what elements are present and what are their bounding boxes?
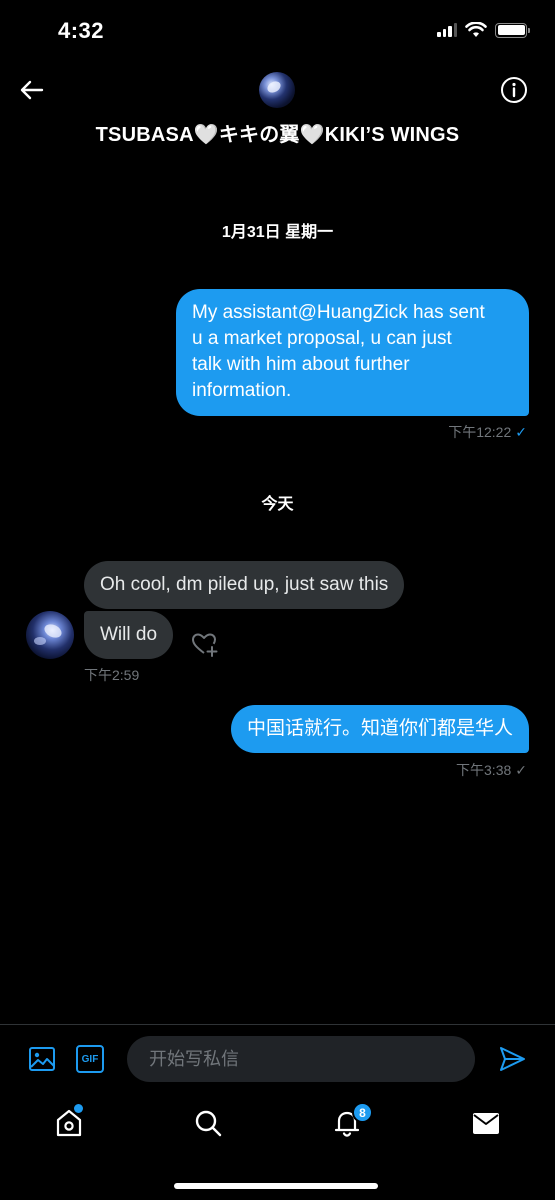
search-icon[interactable] [193,1108,223,1138]
home-indicator [174,1183,378,1189]
message-text: 中国话就行。知道你们都是华人 [246,718,513,739]
gif-label: GIF [81,1053,99,1065]
message-meta: 下午3:38 ✓ [456,760,527,780]
messages-envelope-icon[interactable] [471,1108,501,1138]
send-icon[interactable] [498,1045,526,1073]
conversation-title[interactable]: TSUBASA🤍キキの翼🤍KIKI’S WINGS [0,118,555,147]
sender-avatar[interactable] [26,611,74,659]
message-text: Oh cool, dm piled up, just saw this [100,574,389,595]
message-line: u a market proposal, u can just [192,328,452,349]
back-arrow-icon[interactable] [18,76,46,104]
message-meta: 下午12:22 ✓ [448,422,527,442]
info-icon[interactable] [500,76,528,104]
composer-divider [0,1024,555,1025]
message-text: Will do [100,624,158,645]
status-time: 4:32 [58,18,105,43]
sent-message-bubble[interactable]: My assistant@HuangZick has sent u a mark… [176,289,529,416]
message-timestamp: 下午3:38 [456,762,512,778]
image-icon[interactable] [28,1045,56,1073]
message-timestamp: 下午2:59 [84,667,140,683]
message-line: information. [192,380,292,401]
sent-check-icon: ✓ [515,424,527,440]
message-input[interactable] [127,1036,475,1082]
received-message-bubble[interactable]: Will do [84,611,174,659]
date-separator: 今天 [261,496,294,513]
battery-icon [495,22,530,38]
cellular-signal-icon [437,23,457,37]
status-icons [437,22,530,38]
date-separator: 1月31日 星期一 [221,224,334,241]
message-timestamp: 下午12:22 [448,424,512,440]
add-reaction-heart-icon[interactable] [190,630,218,658]
wifi-icon [465,22,487,37]
message-line: My assistant@HuangZick has sent [192,302,485,323]
received-message-bubble[interactable]: Oh cool, dm piled up, just saw this [84,561,405,609]
sent-check-icon: ✓ [515,762,527,778]
home-unread-dot [74,1104,83,1113]
conversation-avatar[interactable] [259,72,295,108]
message-line: talk with him about further [192,354,410,375]
gif-icon[interactable]: GIF [76,1045,104,1073]
sent-message-bubble[interactable]: 中国话就行。知道你们都是华人 [230,705,529,753]
notification-count-badge: 8 [352,1102,373,1123]
